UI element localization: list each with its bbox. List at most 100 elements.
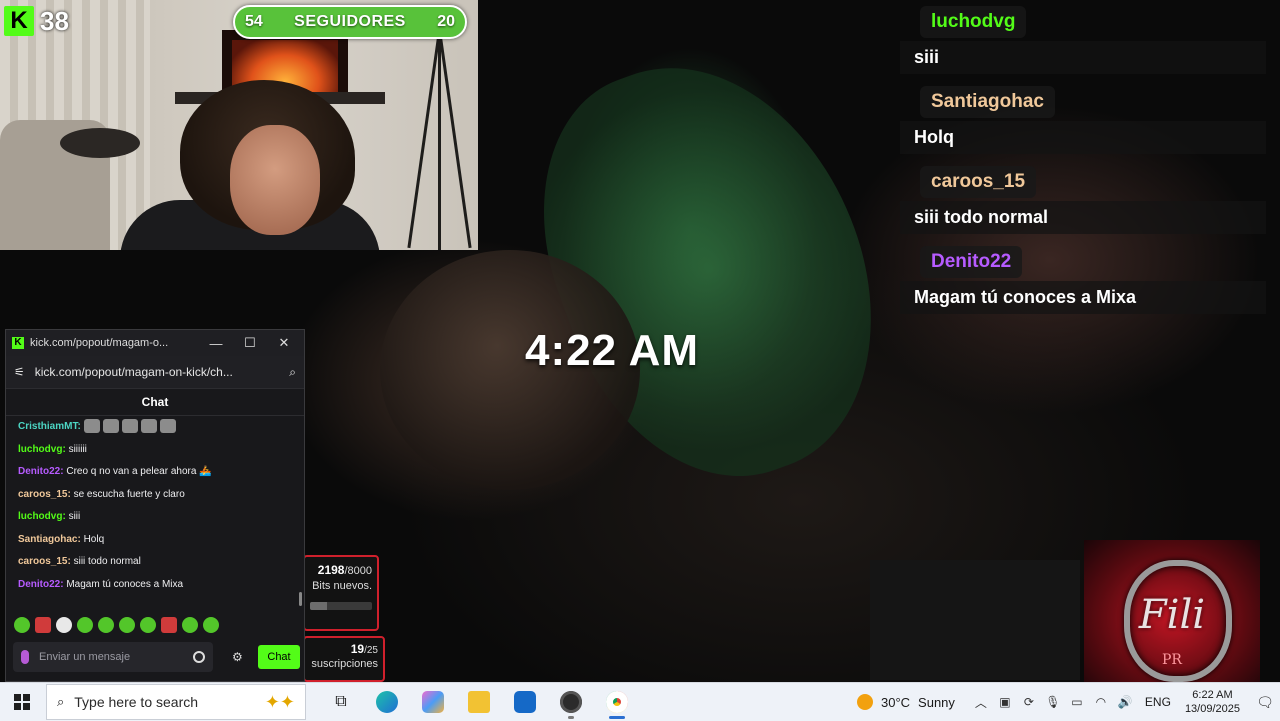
emote-icon[interactable] [203, 617, 219, 633]
chrome-app[interactable] [594, 683, 640, 721]
followers-goal-current: 54 [245, 13, 263, 30]
emote-icon[interactable] [161, 617, 177, 633]
popout-url[interactable]: kick.com/popout/magam-on-kick/ch... [35, 365, 280, 379]
maximize-icon[interactable]: ☐ [236, 335, 264, 351]
outlook-app[interactable] [502, 683, 548, 721]
overlay-chat-message: Santiagohac Holq [900, 86, 1280, 154]
site-settings-icon[interactable]: ⚟ [14, 365, 25, 379]
file-explorer-app[interactable] [456, 683, 502, 721]
chat-text: Holq [83, 533, 105, 545]
folder-icon [468, 691, 490, 713]
subs-goal-panel: 19/25 suscripciones [303, 636, 385, 682]
fili-logo-text: Fili [1138, 592, 1206, 638]
emote-icon[interactable] [14, 617, 30, 633]
subs-goal-current: 19 [350, 642, 365, 656]
emoji-icon[interactable] [193, 651, 205, 663]
emote-icon[interactable] [77, 617, 93, 633]
task-view-button[interactable]: ⧉ [318, 683, 364, 721]
user-badge-icon [21, 650, 29, 664]
followers-goal-target: 20 [437, 13, 455, 30]
popout-titlebar[interactable]: K kick.com/popout/magam-o... — ☐ ✕ [6, 330, 304, 356]
popout-urlbar[interactable]: ⚟ kick.com/popout/magam-on-kick/ch... ⌕ [6, 356, 304, 389]
chat-message: caroos_15: se escucha fuerte y claro [18, 484, 304, 507]
obs-app[interactable] [548, 683, 594, 721]
search-icon: ⌕ [57, 694, 65, 709]
chevron-up-icon[interactable]: ︿ [971, 694, 991, 711]
task-view-icon: ⧉ [335, 693, 347, 710]
emote-icon [102, 419, 119, 434]
popout-title: kick.com/popout/magam-o... [30, 337, 169, 349]
emote-icon [159, 419, 176, 434]
chat-user[interactable]: caroos_15: [18, 489, 71, 500]
clock-time: 6:22 AM [1192, 689, 1233, 701]
weather-temp: 30°C [881, 694, 911, 710]
clock-date: 13/09/2025 [1184, 703, 1240, 715]
fili-logo: Fili PR [1084, 540, 1260, 682]
emote-icon[interactable] [98, 617, 114, 633]
obs-icon [560, 691, 582, 713]
search-icon[interactable]: ⌕ [289, 365, 296, 380]
chat-user[interactable]: Santiagohac: [18, 534, 81, 545]
taskbar-search[interactable]: ⌕ Type here to search ✦✦ [46, 684, 306, 720]
overlay-chat-message: Denito22 Magam tú conoces a Mixa [900, 246, 1280, 314]
bits-goal-current: 2198 [317, 563, 345, 577]
emote-icon[interactable] [140, 617, 156, 633]
weather-widget[interactable]: 30°C Sunny [857, 694, 955, 710]
sync-icon[interactable]: ⟳ [1019, 695, 1039, 709]
chrome-icon [606, 691, 628, 713]
wifi-icon[interactable]: ◠ [1091, 695, 1111, 709]
overlay-chat-user: luchodvg [920, 6, 1027, 38]
chat-message: luchodvg: siiiiii [18, 439, 304, 462]
send-chat-button[interactable]: Chat [258, 645, 300, 669]
search-placeholder[interactable]: Type here to search [74, 694, 255, 710]
emote-icon[interactable] [35, 617, 51, 633]
emote-icon[interactable] [119, 617, 135, 633]
chat-text: siii todo normal [73, 556, 141, 567]
overlay-chat-message: caroos_15 siii todo normal [900, 166, 1280, 234]
chat-user[interactable]: luchodvg: [18, 444, 66, 455]
stream-shadow [870, 560, 1080, 680]
close-icon[interactable]: ✕ [270, 335, 298, 351]
chat-text: Creo q no van a pelear ahora 🚣 [66, 466, 212, 477]
chat-message: Denito22: Creo q no van a pelear ahora 🚣 [18, 461, 304, 484]
chat-user[interactable]: luchodvg: [18, 511, 66, 522]
overlay-chat: luchodvg siii Santiagohac Holq caroos_15… [900, 0, 1280, 314]
chat-input-placeholder[interactable]: Enviar un mensaje [39, 651, 183, 663]
start-button[interactable] [0, 683, 44, 721]
emote-icon[interactable] [56, 617, 72, 633]
windows-taskbar: ⌕ Type here to search ✦✦ ⧉ 30°C Sunny ︿ … [0, 682, 1280, 721]
bits-goal-fill [310, 602, 327, 610]
followers-goal-bar: 54 SEGUIDORES 20 [233, 5, 467, 39]
system-tray: 30°C Sunny ︿ ▣ ⟳ 🎙 ▭ ◠ 🔊 ENG 6:22 AM 13/… [857, 683, 1280, 721]
chat-input[interactable]: Enviar un mensaje [13, 642, 213, 672]
chat-messages[interactable]: CristhiamMT: luchodvg: siiiiii Denito22:… [6, 416, 304, 606]
language-indicator[interactable]: ENG [1145, 695, 1171, 709]
notification-icon[interactable]: 🗨 [1250, 694, 1280, 711]
chat-text: siiiiii [68, 443, 87, 455]
chat-user[interactable]: Denito22: [18, 579, 64, 590]
emote-icon[interactable] [182, 617, 198, 633]
outlook-icon [514, 691, 536, 713]
sun-icon [857, 694, 873, 710]
chat-user[interactable]: CristhiamMT: [18, 421, 81, 432]
battery-icon[interactable]: ▭ [1067, 695, 1087, 709]
chat-message: CristhiamMT: [18, 416, 304, 439]
volume-icon[interactable]: 🔊 [1115, 695, 1135, 709]
copilot-app[interactable] [410, 683, 456, 721]
webcam-tripod [407, 29, 472, 250]
chat-user[interactable]: Denito22: [18, 466, 64, 477]
tray-app-icon[interactable]: ▣ [995, 695, 1015, 709]
chat-user[interactable]: caroos_15: [18, 556, 71, 567]
edge-app[interactable] [364, 683, 410, 721]
followers-goal-label: SEGUIDORES [294, 13, 406, 30]
copilot-sparkle-icon[interactable]: ✦✦ [265, 692, 295, 713]
chat-text: Magam tú conoces a Mixa [66, 578, 184, 590]
microphone-icon[interactable]: 🎙 [1043, 695, 1063, 709]
chat-scrollbar[interactable] [299, 592, 302, 606]
bits-goal-label: Bits nuevos. [312, 580, 372, 592]
gear-icon[interactable]: ⚙ [232, 650, 243, 664]
minimize-icon[interactable]: — [202, 336, 230, 351]
fili-logo-sub: PR [1162, 652, 1182, 668]
emote-icon [121, 419, 138, 434]
taskbar-clock[interactable]: 6:22 AM 13/09/2025 [1185, 688, 1240, 716]
